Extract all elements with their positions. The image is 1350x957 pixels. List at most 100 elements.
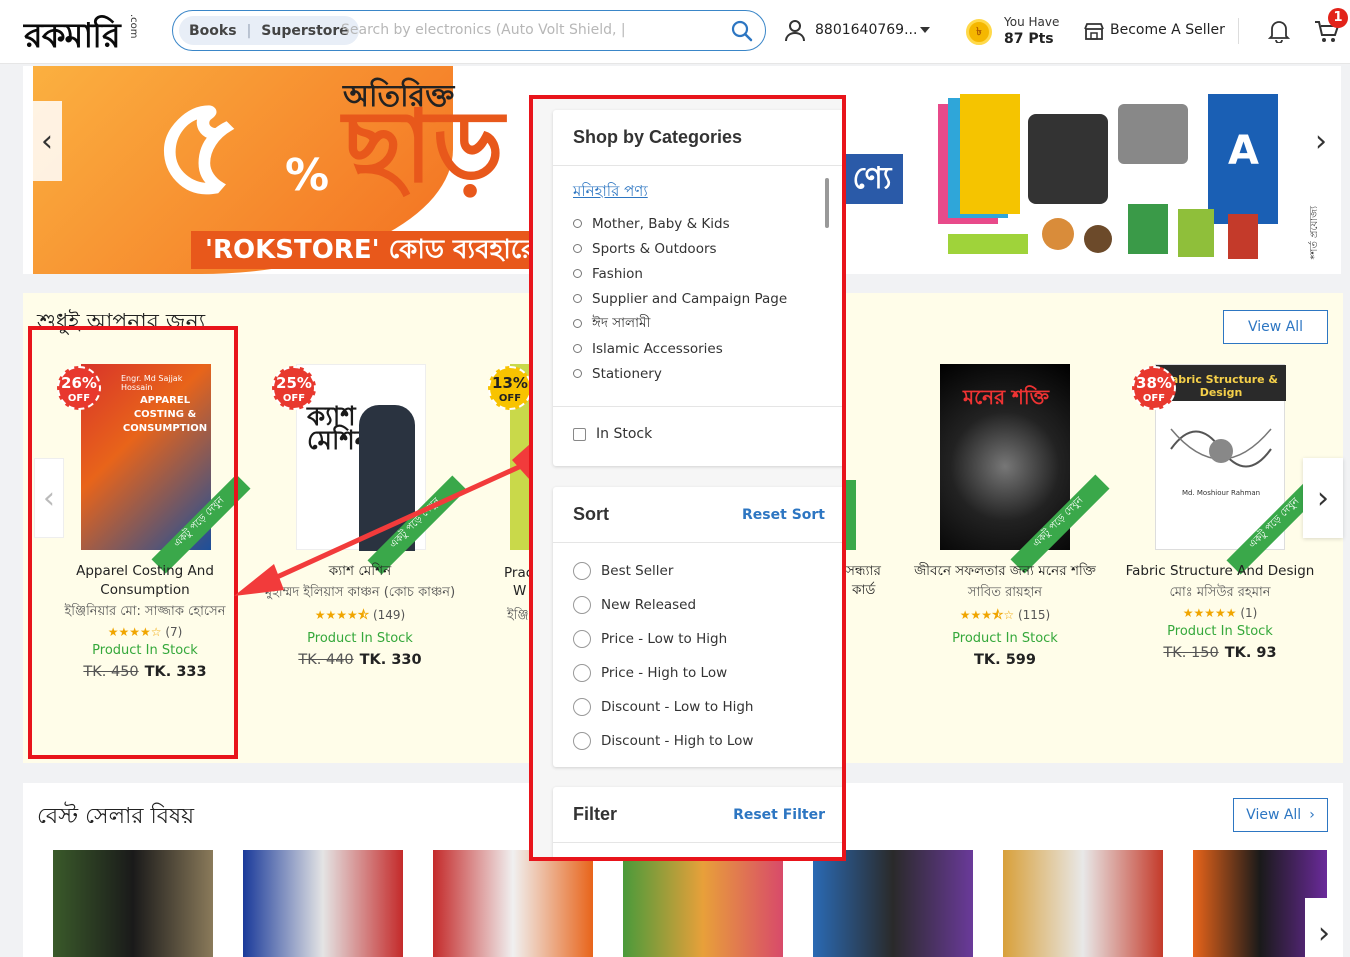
search-scope-toggle[interactable]: Books | Superstore bbox=[179, 16, 359, 45]
in-stock-checkbox[interactable]: In Stock bbox=[573, 426, 652, 442]
sort-option[interactable]: Best Seller bbox=[573, 554, 842, 588]
preview-ribbon[interactable] bbox=[846, 480, 856, 550]
category-item[interactable]: Fashion bbox=[573, 261, 842, 286]
divider bbox=[553, 406, 842, 407]
logo-suffix: .com bbox=[128, 14, 139, 39]
category-tile[interactable] bbox=[243, 850, 403, 957]
category-item[interactable]: Stationery bbox=[573, 361, 842, 386]
filter-sidebar-panel: Shop by Categories মনিহারি পণ্য Mother, … bbox=[529, 95, 846, 861]
radio-icon bbox=[573, 698, 591, 716]
current-price: TK. 330 bbox=[359, 652, 422, 668]
radio-icon bbox=[573, 596, 591, 614]
category-label: Sports & Outdoors bbox=[592, 240, 717, 257]
chevron-right-icon: › bbox=[1318, 915, 1330, 951]
product-title[interactable]: সন্ধ্যার bbox=[846, 562, 881, 581]
chevron-right-icon: › bbox=[1309, 807, 1315, 823]
annotation-arrow bbox=[234, 444, 554, 596]
banner-number: ৫ bbox=[153, 66, 244, 228]
category-item[interactable]: Sports & Outdoors bbox=[573, 236, 842, 261]
banner-next-button[interactable]: › bbox=[1306, 101, 1336, 181]
search-icon[interactable] bbox=[731, 20, 753, 42]
view-all-button[interactable]: View All bbox=[1223, 310, 1328, 344]
category-link-monihari[interactable]: মনিহারি পণ্য bbox=[573, 180, 842, 205]
checkbox-icon bbox=[573, 427, 586, 441]
rokomari-logo[interactable]: রকমারি bbox=[24, 10, 121, 67]
radio-icon bbox=[573, 732, 591, 750]
section-title: বেস্ট সেলার বিষয় bbox=[37, 804, 195, 829]
card-title: Filter bbox=[573, 804, 618, 824]
stock-status: Product In Stock bbox=[307, 631, 413, 646]
rating-stars: ★★★⯪☆ (115) bbox=[905, 606, 1105, 627]
card-title: Sort bbox=[573, 504, 609, 524]
categories-card: Shop by Categories মনিহারি পণ্য Mother, … bbox=[553, 110, 842, 466]
sort-option[interactable]: Price - Low to High bbox=[573, 622, 842, 656]
category-label: Islamic Accessories bbox=[592, 340, 723, 357]
stars-glyphs: ★★★⯪☆ bbox=[959, 608, 1015, 622]
chevron-down-icon[interactable] bbox=[920, 27, 930, 33]
banner-blue-text: ণ্যে bbox=[841, 154, 903, 204]
category-tile[interactable] bbox=[623, 850, 783, 957]
radio-icon bbox=[573, 319, 582, 328]
discount-value: 38% bbox=[1136, 374, 1172, 392]
filter-card: Filter Reset Filter bbox=[553, 787, 842, 857]
product-author[interactable]: মোঃ মসিউর রহমান bbox=[1120, 583, 1320, 602]
product-author[interactable]: সাবিত রায়হান bbox=[905, 583, 1105, 602]
product-title[interactable]: Fabric Structure And Design bbox=[1120, 562, 1320, 581]
scope-books[interactable]: Books bbox=[189, 23, 237, 39]
category-label: Mother, Baby & Kids bbox=[592, 215, 730, 232]
radio-icon bbox=[573, 562, 591, 580]
rating-count: (115) bbox=[1017, 608, 1051, 622]
carousel-prev-button[interactable]: ‹ bbox=[34, 458, 64, 538]
sort-option[interactable]: Discount - High to Low bbox=[573, 724, 842, 758]
user-icon[interactable] bbox=[784, 20, 806, 42]
category-scrollbar[interactable] bbox=[825, 178, 829, 228]
points-value: 87 Pts bbox=[1004, 31, 1054, 47]
rating-count: (1) bbox=[1240, 606, 1258, 620]
scope-superstore[interactable]: Superstore bbox=[261, 23, 349, 39]
chevron-left-icon: ‹ bbox=[43, 480, 55, 516]
old-price: TK. 150 bbox=[1163, 645, 1219, 661]
product-title[interactable]: জীবনে সফলতার জন্য মনের শক্তি bbox=[905, 562, 1105, 581]
points-label: You Have bbox=[1004, 15, 1060, 29]
sort-option[interactable]: Discount - Low to High bbox=[573, 690, 842, 724]
category-item[interactable]: Mother, Baby & Kids bbox=[573, 211, 842, 236]
category-tile[interactable] bbox=[1003, 850, 1163, 957]
sort-option[interactable]: New Released bbox=[573, 588, 842, 622]
reset-filter-button[interactable]: Reset Filter bbox=[733, 807, 825, 823]
scope-divider: | bbox=[246, 22, 252, 39]
price: TK. 150 TK. 93 bbox=[1120, 645, 1320, 661]
reset-sort-button[interactable]: Reset Sort bbox=[742, 507, 825, 523]
category-item[interactable]: Islamic Accessories bbox=[573, 336, 842, 361]
account-phone[interactable]: 8801640769... bbox=[815, 22, 917, 38]
radio-icon bbox=[573, 369, 582, 378]
become-seller-link[interactable]: Become A Seller bbox=[1110, 22, 1225, 38]
category-item[interactable]: Supplier and Campaign Page bbox=[573, 286, 842, 311]
view-all-button[interactable]: View All › bbox=[1233, 798, 1328, 832]
radio-icon bbox=[573, 630, 591, 648]
store-icon[interactable] bbox=[1084, 22, 1104, 40]
product-title-line2[interactable]: কার্ড bbox=[852, 581, 875, 600]
product-card-6[interactable]: Fabric Structure And Design মোঃ মসিউর রহ… bbox=[1120, 562, 1320, 661]
carousel-next-button[interactable]: › bbox=[1305, 898, 1343, 957]
rating-stars: ★★★★★ (1) bbox=[1120, 606, 1320, 620]
sort-label: Price - Low to High bbox=[601, 631, 728, 647]
sort-label: Discount - Low to High bbox=[601, 699, 754, 715]
discount-badge: 13% OFF bbox=[488, 366, 532, 410]
category-tile[interactable] bbox=[53, 850, 213, 957]
search-bar: Books | Superstore Search by electronics… bbox=[172, 10, 766, 51]
stock-status: Product In Stock bbox=[952, 631, 1058, 646]
category-tile[interactable] bbox=[433, 850, 593, 957]
category-item[interactable]: ঈদ সালামী bbox=[573, 311, 842, 336]
search-input[interactable]: Search by electronics (Auto Volt Shield,… bbox=[341, 22, 626, 38]
carousel-next-button[interactable]: › bbox=[1303, 458, 1343, 538]
card-header: Shop by Categories bbox=[553, 110, 842, 166]
site-header: রকমারি .com Books | Superstore Search by… bbox=[0, 0, 1350, 64]
banner-prev-button[interactable]: ‹ bbox=[32, 101, 62, 181]
bell-icon[interactable] bbox=[1268, 19, 1290, 43]
category-tile[interactable] bbox=[813, 850, 973, 957]
sort-options: Best Seller New Released Price - Low to … bbox=[553, 554, 842, 758]
product-cover[interactable]: মনের শক্তি একটু পড়ে দেখুন bbox=[940, 364, 1110, 574]
chevron-right-icon: › bbox=[1317, 480, 1329, 516]
sort-option[interactable]: Price - High to Low bbox=[573, 656, 842, 690]
product-card-5[interactable]: জীবনে সফলতার জন্য মনের শক্তি সাবিত রায়হ… bbox=[905, 562, 1105, 668]
